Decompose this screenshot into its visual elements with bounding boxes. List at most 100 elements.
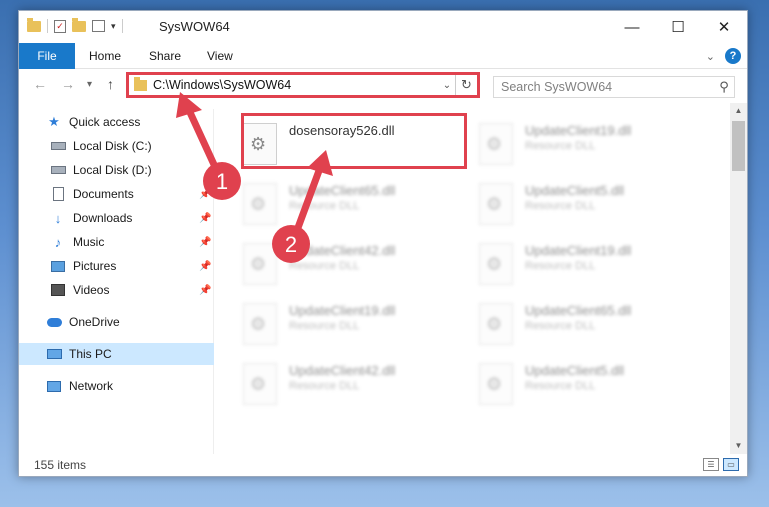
pin-icon[interactable]: 📌	[199, 237, 211, 248]
pin-icon[interactable]: 📌	[199, 261, 211, 272]
minimize-button[interactable]: —	[609, 11, 655, 43]
forward-arrow-icon[interactable]: →	[61, 76, 75, 92]
network-icon	[46, 379, 62, 393]
help-icon[interactable]: ?	[725, 48, 741, 64]
details-view-icon[interactable]: ☰	[703, 458, 719, 471]
tab-view[interactable]: View	[207, 43, 233, 69]
sidebar-item-label: Documents	[73, 187, 134, 201]
sidebar-item-this-pc[interactable]: This PC	[19, 343, 214, 365]
sidebar-item-label: Local Disk (D:)	[73, 163, 152, 177]
properties-icon[interactable]	[92, 20, 105, 32]
documents-icon	[50, 187, 66, 201]
sidebar-item-network[interactable]: Network	[19, 375, 214, 397]
scroll-up-icon[interactable]: ▲	[730, 103, 747, 119]
file-item[interactable]: ⚙ UpdateClient5.dll Resource DLL	[479, 175, 707, 231]
sidebar-item-quick-access[interactable]: ★ Quick access	[19, 111, 214, 133]
file-type: Resource DLL	[525, 380, 596, 392]
file-item[interactable]: ⚙ UpdateClient5.dll Resource DLL	[479, 355, 707, 411]
close-button[interactable]: ✕	[701, 11, 747, 43]
sidebar-item-pictures[interactable]: Pictures 📌	[19, 255, 214, 277]
music-icon: ♪	[54, 234, 62, 250]
scroll-down-icon[interactable]: ▼	[730, 438, 747, 454]
videos-icon	[50, 283, 66, 297]
pictures-icon	[50, 259, 66, 273]
star-icon: ★	[48, 114, 60, 129]
onedrive-icon	[46, 315, 62, 329]
dll-file-icon: ⚙	[243, 363, 277, 405]
dll-file-icon: ⚙	[243, 243, 277, 285]
download-icon: ↓	[54, 210, 62, 226]
file-name: UpdateClient42.dll	[289, 243, 396, 258]
search-box[interactable]: ⚲	[493, 76, 735, 98]
tab-share[interactable]: Share	[149, 43, 181, 69]
file-item[interactable]: ⚙ UpdateClient19.dll Resource DLL	[479, 235, 707, 291]
pin-icon[interactable]: 📌	[199, 213, 211, 224]
back-arrow-icon[interactable]: ←	[33, 76, 47, 92]
sidebar-item-local-disk-c[interactable]: Local Disk (C:)	[19, 135, 214, 157]
file-item[interactable]: ⚙ UpdateClient65.dll Resource DLL	[479, 295, 707, 351]
divider	[121, 19, 123, 33]
dll-file-icon: ⚙	[479, 243, 513, 285]
quick-access-toolbar: ✓ ▾	[27, 17, 123, 33]
tab-home[interactable]: Home	[89, 43, 121, 69]
maximize-button[interactable]: ☐	[655, 11, 701, 43]
search-icon[interactable]: ⚲	[714, 79, 734, 95]
file-item[interactable]: ⚙ UpdateClient19.dll Resource DLL	[243, 295, 471, 351]
sidebar-item-label: Network	[69, 379, 114, 393]
sidebar-item-label: OneDrive	[69, 315, 120, 329]
drive-icon	[50, 139, 66, 153]
ribbon: File Home Share View ⌄ ?	[19, 43, 747, 69]
file-name: UpdateClient5.dll	[525, 183, 625, 198]
address-bar[interactable]: C:\Windows\SysWOW64 ⌄ ↻	[126, 72, 480, 98]
sidebar-item-label: This PC	[69, 347, 112, 361]
file-item[interactable]: ⚙ UpdateClient42.dll Resource DLL	[243, 235, 471, 291]
pin-icon[interactable]: 📌	[199, 285, 211, 296]
sidebar-item-label: Local Disk (C:)	[73, 139, 152, 153]
address-path[interactable]: C:\Windows\SysWOW64	[153, 78, 439, 92]
highlight-box	[241, 113, 467, 169]
sidebar-item-onedrive[interactable]: OneDrive	[19, 311, 214, 333]
chevron-down-icon[interactable]: ⌄	[439, 80, 455, 91]
sidebar-item-downloads[interactable]: ↓ Downloads 📌	[19, 207, 214, 229]
recent-locations-icon[interactable]: ▾	[87, 79, 92, 90]
dll-file-icon: ⚙	[479, 303, 513, 345]
pc-icon	[46, 347, 62, 361]
window-controls: — ☐ ✕	[609, 11, 747, 43]
file-type: Resource DLL	[525, 140, 596, 152]
large-icons-view-icon[interactable]: ▭	[723, 458, 739, 471]
expand-ribbon-icon[interactable]: ⌄	[706, 50, 715, 63]
vertical-scrollbar[interactable]: ▲ ▼	[730, 103, 747, 454]
sidebar-item-documents[interactable]: Documents 📌	[19, 183, 214, 205]
window-title: SysWOW64	[159, 19, 230, 34]
new-folder-icon[interactable]	[72, 17, 86, 32]
file-item[interactable]: ⚙ UpdateClient42.dll Resource DLL	[243, 355, 471, 411]
sidebar-item-local-disk-d[interactable]: Local Disk (D:)	[19, 159, 214, 181]
file-name: UpdateClient5.dll	[525, 363, 625, 378]
dll-file-icon: ⚙	[479, 363, 513, 405]
sidebar-item-label: Music	[73, 235, 105, 249]
search-input[interactable]	[501, 80, 714, 94]
refresh-icon[interactable]: ↻	[455, 75, 477, 95]
ribbon-controls: ⌄ ?	[706, 48, 741, 64]
file-item[interactable]: ⚙ UpdateClient19.dll Resource DLL	[479, 115, 707, 171]
file-type: Resource DLL	[289, 380, 360, 392]
file-type: Resource DLL	[525, 260, 596, 272]
file-type: Resource DLL	[289, 200, 360, 212]
file-name: UpdateClient19.dll	[525, 243, 632, 258]
view-switcher: ☰ ▭	[703, 458, 739, 471]
dll-file-icon: ⚙	[479, 183, 513, 225]
dll-file-icon: ⚙	[243, 303, 277, 345]
properties-check-icon[interactable]: ✓	[54, 19, 66, 33]
tab-file[interactable]: File	[19, 43, 75, 69]
customize-toolbar-icon[interactable]: ▾	[111, 21, 116, 32]
pin-icon[interactable]: 📌	[199, 189, 211, 200]
sidebar-item-videos[interactable]: Videos 📌	[19, 279, 214, 301]
sidebar-item-label: Videos	[73, 283, 110, 297]
folder-icon	[134, 76, 147, 91]
up-arrow-icon[interactable]: ↑	[107, 76, 114, 92]
sidebar-item-music[interactable]: ♪ Music 📌	[19, 231, 214, 253]
title-bar: ✓ ▾ SysWOW64 — ☐ ✕	[19, 11, 747, 43]
file-item[interactable]: ⚙ UpdateClient65.dll Resource DLL	[243, 175, 471, 231]
scroll-thumb[interactable]	[732, 121, 745, 171]
file-name: UpdateClient65.dll	[525, 303, 632, 318]
